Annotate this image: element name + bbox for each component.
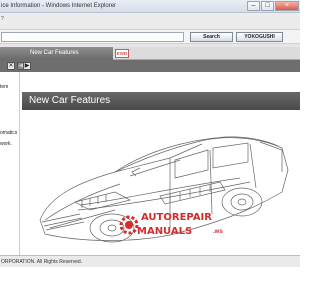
next-arrow-icon[interactable]: ▶	[23, 62, 31, 70]
sidebar-item-automatics[interactable]: omatics	[0, 130, 17, 136]
menu-bar-text: ?	[1, 16, 4, 22]
window-title: ice Information - Windows Internet Explo…	[1, 3, 117, 9]
gear-logo-icon	[119, 215, 139, 235]
watermark-suffix: .ws	[213, 229, 223, 235]
tab-strip: New Car Features EWD	[0, 47, 300, 60]
tab-ewd[interactable]: EWD	[115, 49, 129, 58]
sidebar-item-system[interactable]: tem	[0, 84, 8, 90]
window-titlebar: ice Information - Windows Internet Explo…	[0, 0, 300, 13]
document-toolbar: ✕ ◀ ▶	[0, 60, 300, 72]
watermark-line1: AUTOREPAIR	[141, 212, 212, 223]
content-title: New Car Features	[29, 95, 111, 106]
sidebar-item-network[interactable]: work.	[0, 141, 12, 147]
minimize-button[interactable]: –	[247, 1, 260, 11]
copyright-text: ORPORATION. All Rights Reserved.	[1, 259, 83, 265]
menu-bar: ?	[0, 13, 300, 30]
tab-new-car-features[interactable]: New Car Features	[0, 47, 113, 60]
content-pane: New Car Features AUTOREPAIR MANUALS .ws	[20, 72, 300, 255]
yokogushi-button[interactable]: YOKOGUSHI	[236, 32, 283, 42]
blank-area	[0, 267, 300, 300]
watermark-line2: MANUALS	[137, 226, 193, 237]
watermark-logo: AUTOREPAIR MANUALS .ws	[119, 210, 231, 244]
tab-new-car-features-label: New Car Features	[30, 50, 79, 56]
search-input[interactable]	[1, 32, 184, 42]
content-banner: New Car Features	[22, 92, 300, 110]
close-window-button[interactable]: ×	[275, 1, 299, 11]
search-row: Search YOKOGUSHI	[0, 30, 300, 44]
navigation-sidebar: tem omatics work.	[0, 72, 20, 255]
status-bar: ORPORATION. All Rights Reserved.	[0, 255, 300, 267]
maximize-button[interactable]: □	[261, 1, 274, 11]
close-doc-icon[interactable]: ✕	[7, 62, 15, 70]
search-button[interactable]: Search	[190, 32, 233, 42]
